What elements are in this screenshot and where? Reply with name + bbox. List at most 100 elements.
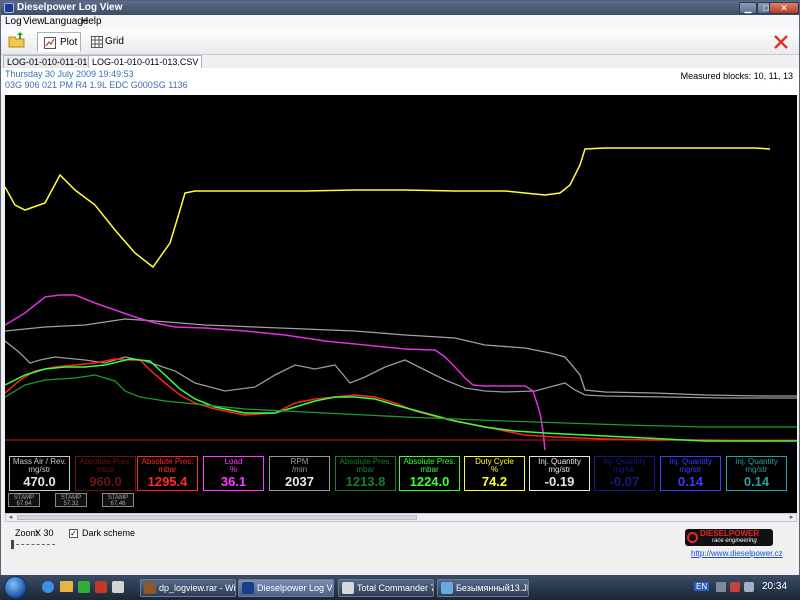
taskbar-item-label: Total Commander 7.... <box>357 583 433 593</box>
minimize-button[interactable]: ▁ <box>739 2 757 14</box>
gauge-unit: mg/str <box>28 465 51 474</box>
close-log-button[interactable] <box>773 32 793 52</box>
file-tab-active[interactable]: LOG-01-010-011-013.CSV <box>88 55 203 68</box>
toolbar: Plot Grid <box>1 29 799 55</box>
taskbar-item[interactable]: dp_logview.rar - Wi... <box>140 579 236 597</box>
stamp-box: STAMP 67.46 <box>102 493 134 507</box>
gauge-unit: mbar <box>356 465 375 474</box>
taskbar-item[interactable]: Безымянный13.JP... <box>437 579 529 597</box>
gauge-box: Inj. Quantity mg/str 0.14 <box>726 456 787 491</box>
menu-bar: Log View Language Help <box>1 15 799 29</box>
taskbar-item-active[interactable]: Dieselpower Log Vi... <box>238 579 334 597</box>
tab-grid-label: Grid <box>105 36 124 47</box>
gauge-box: Duty Cycle% 74.2 <box>464 456 525 491</box>
plot-lines <box>5 147 797 451</box>
archive-icon <box>144 582 156 594</box>
gauge-unit: mbar <box>158 465 177 474</box>
open-folder-button[interactable] <box>7 32 29 52</box>
quicklaunch-app-icon[interactable] <box>95 581 107 593</box>
tab-grid[interactable]: Grid <box>89 32 129 52</box>
tab-plot[interactable]: Plot <box>37 32 81 52</box>
gauge-unit: /min <box>291 465 308 474</box>
tab-plot-label: Plot <box>60 37 78 48</box>
start-button[interactable] <box>4 576 27 599</box>
grid-icon <box>91 36 103 48</box>
ecu-info: 03G 906 021 PM R4 1.9L EDC G000SG 1136 <box>5 80 188 90</box>
file-tabs: LOG-01-010-011-013.CSV LOG-01-010-011-01… <box>1 55 799 68</box>
quicklaunch-folder-icon[interactable] <box>60 581 73 592</box>
gauge-box: Absolute Pres. mbar 1224.0 <box>399 456 460 491</box>
language-indicator[interactable]: EN <box>694 582 710 591</box>
log-info: Thursday 30 July 2009 19:49:53 03G 906 0… <box>1 68 799 95</box>
gauge-unit: mg/str <box>679 465 702 474</box>
horizontal-scrollbar[interactable]: ◂ ▸ <box>5 513 797 522</box>
gauge-unit: mg/str <box>745 465 768 474</box>
quicklaunch-gadget-icon[interactable] <box>78 581 90 593</box>
menu-help[interactable]: Help <box>81 16 102 27</box>
gauge-value: 0.14 <box>743 474 770 489</box>
menu-log[interactable]: Log <box>5 16 22 27</box>
taskbar: dp_logview.rar - Wi... Dieselpower Log V… <box>0 575 800 600</box>
taskbar-item-label: Безымянный13.JP... <box>456 583 528 593</box>
scroll-right-arrow[interactable]: ▸ <box>787 513 796 522</box>
gauge-unit: mbar <box>420 465 439 474</box>
gauge-unit: mbar <box>96 465 115 474</box>
tray-network-icon[interactable] <box>730 582 740 592</box>
measured-blocks: Measured blocks: 10, 11, 13 <box>680 71 793 81</box>
close-icon <box>774 35 788 49</box>
gauge-unit: mg/str <box>613 465 636 474</box>
gauge-value: -0.19 <box>544 474 575 489</box>
gauge-unit: % <box>229 465 238 474</box>
dark-scheme-checkbox[interactable]: ✓ <box>69 529 78 538</box>
plot-area[interactable]: Mass Air / Rev. mg/str 470.0 Absolute Pres.… <box>5 95 797 513</box>
gauge-value: 0.14 <box>677 474 704 489</box>
menu-view[interactable]: View <box>23 16 45 27</box>
tray-safely-remove-icon[interactable] <box>716 582 726 592</box>
stamp-box: STAMP 67.64 <box>8 493 40 507</box>
brand-link[interactable]: http://www.dieselpower.cz <box>691 549 783 558</box>
plot-icon <box>44 37 56 49</box>
taskbar-item[interactable]: Total Commander 7.... <box>338 579 434 597</box>
zoom-slider-thumb[interactable] <box>11 540 14 549</box>
gauge-value: 1213.8 <box>345 474 386 489</box>
dark-scheme-label: Dark scheme <box>82 528 136 538</box>
gauge-box: Absolute Pres. mbar 1295.4 <box>137 456 198 491</box>
zoom-value: X 30 <box>35 528 54 538</box>
gauge-value: 36.1 <box>220 474 247 489</box>
gauge-box: Load% 36.1 <box>203 456 264 491</box>
trace-yellow <box>5 147 771 269</box>
brand-name: DIESELPOWER <box>700 529 760 538</box>
scroll-thumb[interactable] <box>17 515 417 520</box>
gauge-value: 1224.0 <box>409 474 450 489</box>
brand-emblem-icon <box>687 532 698 543</box>
stamp-box: STAMP 57.32 <box>55 493 87 507</box>
log-datetime: Thursday 30 July 2009 19:49:53 <box>5 69 134 79</box>
gauge-box: Inj. Quantity mg/str -0.07 <box>594 456 655 491</box>
trace-darkgreen <box>5 374 797 428</box>
app-window: Dieselpower Log View ▁ □ ✕ Log View Lang… <box>0 0 800 575</box>
stamp-value: 67.46 <box>110 501 126 507</box>
gauge-value: 74.2 <box>481 474 508 489</box>
app-icon <box>242 582 254 594</box>
trace-red <box>5 358 766 442</box>
zoom-slider[interactable] <box>11 540 55 550</box>
gauge-value: 1295.4 <box>147 474 188 489</box>
gauge-unit: % <box>490 465 499 474</box>
quicklaunch-ie-icon[interactable] <box>42 581 54 593</box>
scroll-left-arrow[interactable]: ◂ <box>6 513 15 522</box>
title-bar[interactable]: Dieselpower Log View ▁ □ ✕ <box>1 1 799 15</box>
gauge-value: 2037 <box>285 474 314 489</box>
window-title: Dieselpower Log View <box>17 2 123 13</box>
gauge-unit: mg/str <box>548 465 571 474</box>
quicklaunch-app-icon[interactable] <box>112 581 124 593</box>
open-folder-icon <box>8 32 25 48</box>
clock[interactable]: 20:34 <box>762 581 787 592</box>
close-window-button[interactable]: ✕ <box>769 2 799 14</box>
tray-volume-icon[interactable] <box>744 582 754 592</box>
brand-logo: DIESELPOWER race engineering <box>685 529 773 546</box>
gauge-box: Absolute Pres. mbar 960.0 <box>75 456 136 491</box>
stamp-value: 67.64 <box>16 501 32 507</box>
gauge-value: 470.0 <box>23 474 56 489</box>
taskbar-item-label: Dieselpower Log Vi... <box>257 583 334 593</box>
stamp-value: 57.32 <box>63 501 79 507</box>
